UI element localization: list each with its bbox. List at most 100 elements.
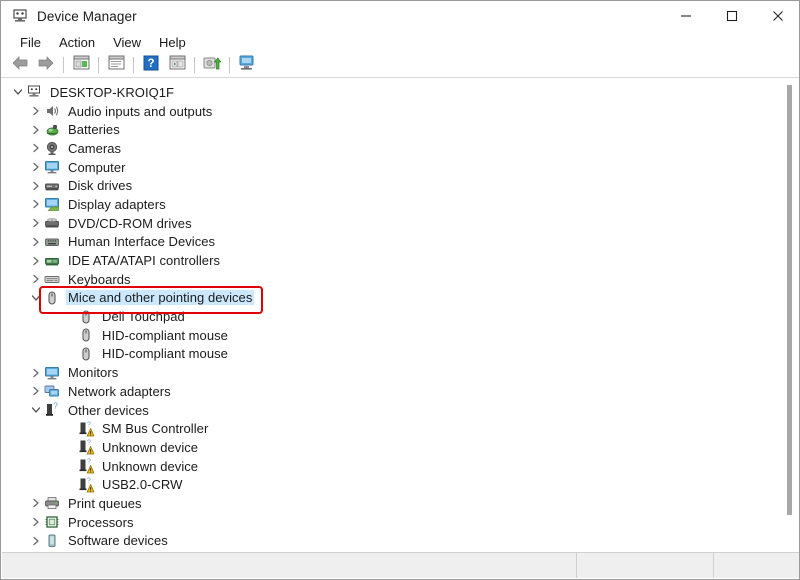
device-manager-window: Device Manager File Action View Help ? D…: [0, 0, 800, 580]
device-tree-panel[interactable]: DESKTOP-KROIQ1F Audio inputs and outputs B…: [2, 79, 799, 553]
tree-item[interactable]: Computer: [2, 158, 799, 177]
tree-item[interactable]: Monitors: [2, 363, 799, 382]
chevron-right-icon[interactable]: [28, 215, 44, 231]
tree-item-label: DESKTOP-KROIQ1F: [50, 84, 175, 100]
status-segment-secondary: [576, 553, 713, 578]
back-button[interactable]: [7, 54, 33, 76]
tree-item[interactable]: HID-compliant mouse: [2, 326, 799, 345]
tree-item[interactable]: Cameras: [2, 139, 799, 158]
window-controls: [663, 1, 799, 31]
chevron-right-icon[interactable]: [28, 514, 44, 530]
tree-item[interactable]: Disk drives: [2, 176, 799, 195]
hid-icon: [44, 234, 60, 250]
show-hidden-devices-button[interactable]: [234, 54, 260, 76]
chevron-right-icon[interactable]: [28, 178, 44, 194]
chevron-right-icon[interactable]: [28, 533, 44, 549]
toolbar-separator: [229, 57, 230, 73]
tree-item[interactable]: Processors: [2, 513, 799, 532]
menu-action[interactable]: Action: [50, 33, 104, 52]
chevron-right-icon[interactable]: [28, 140, 44, 156]
maximize-button[interactable]: [709, 1, 755, 31]
tree-item-label: Mice and other pointing devices: [66, 290, 255, 306]
mouse-icon: [78, 346, 94, 362]
tree-item[interactable]: ? Unknown device: [2, 438, 799, 457]
expander-placeholder: [62, 421, 78, 437]
menu-view[interactable]: View: [104, 33, 150, 52]
network-adapter-icon: [44, 383, 60, 399]
chevron-right-icon[interactable]: [28, 103, 44, 119]
scan-hardware-icon: [203, 55, 222, 76]
toolbar-separator: [194, 57, 195, 73]
battery-icon: [44, 122, 60, 138]
monitor-icon: [44, 365, 60, 381]
unknown-device-warning-icon: ?: [78, 477, 94, 493]
tree-item-label: Display adapters: [68, 196, 166, 212]
forward-button[interactable]: [33, 54, 59, 76]
tree-item[interactable]: HID-compliant mouse: [2, 345, 799, 364]
tree-item[interactable]: Print queues: [2, 494, 799, 513]
tree-item[interactable]: Dell Touchpad: [2, 307, 799, 326]
scan-for-hardware-changes-button[interactable]: [199, 54, 225, 76]
tree-item[interactable]: Human Interface Devices: [2, 233, 799, 252]
tree-item-label: Disk drives: [68, 178, 133, 194]
scrollbar-thumb[interactable]: [787, 85, 792, 515]
printer-icon: [44, 495, 60, 511]
tree-item-label: USB2.0-CRW: [102, 477, 183, 493]
tree-item[interactable]: ? Other devices: [2, 401, 799, 420]
expander-placeholder: [62, 458, 78, 474]
close-button[interactable]: [755, 1, 799, 31]
chevron-right-icon[interactable]: [28, 122, 44, 138]
tree-item[interactable]: Keyboards: [2, 270, 799, 289]
chevron-right-icon[interactable]: [28, 253, 44, 269]
arrow-left-icon: [11, 55, 29, 76]
tree-item-label: SM Bus Controller: [102, 421, 209, 437]
chevron-down-icon[interactable]: [10, 84, 26, 100]
software-device-icon: [44, 533, 60, 549]
chevron-right-icon[interactable]: [28, 271, 44, 287]
chevron-right-icon[interactable]: [28, 383, 44, 399]
tree-item[interactable]: DVD/CD-ROM drives: [2, 214, 799, 233]
toolbar-separator: [63, 57, 64, 73]
tree-item[interactable]: Display adapters: [2, 195, 799, 214]
menu-help[interactable]: Help: [150, 33, 195, 52]
tree-item[interactable]: ? Unknown device: [2, 457, 799, 476]
camera-icon: [44, 140, 60, 156]
chevron-right-icon[interactable]: [28, 234, 44, 250]
show-hide-console-tree-button[interactable]: [68, 54, 94, 76]
monitor-display-icon: [238, 55, 256, 76]
expander-placeholder: [62, 309, 78, 325]
tree-item[interactable]: Software devices: [2, 532, 799, 551]
chevron-right-icon[interactable]: [28, 365, 44, 381]
unknown-device-warning-icon: ?: [78, 439, 94, 455]
update-driver-button[interactable]: [164, 54, 190, 76]
tree-item[interactable]: DESKTOP-KROIQ1F: [2, 83, 799, 102]
help-button[interactable]: ?: [138, 54, 164, 76]
window-title: Device Manager: [37, 8, 137, 24]
properties-icon: [108, 55, 125, 75]
toolbar-separator: [133, 57, 134, 73]
chevron-right-icon[interactable]: [28, 159, 44, 175]
tree-item[interactable]: IDE ATA/ATAPI controllers: [2, 251, 799, 270]
tree-item[interactable]: ? USB2.0-CRW: [2, 475, 799, 494]
chevron-right-icon[interactable]: [28, 196, 44, 212]
expander-placeholder: [62, 327, 78, 343]
chevron-right-icon[interactable]: [28, 495, 44, 511]
tree-item[interactable]: Batteries: [2, 120, 799, 139]
tree-item[interactable]: Audio inputs and outputs: [2, 102, 799, 121]
vertical-scrollbar[interactable]: [783, 79, 797, 553]
expander-placeholder: [62, 477, 78, 493]
tree-item[interactable]: Network adapters: [2, 382, 799, 401]
chevron-down-icon[interactable]: [28, 402, 44, 418]
minimize-button[interactable]: [663, 1, 709, 31]
tree-item[interactable]: ? SM Bus Controller: [2, 419, 799, 438]
chevron-down-icon[interactable]: [28, 290, 44, 306]
keyboard-icon: [44, 271, 60, 287]
tree-item[interactable]: Mice and other pointing devices: [2, 289, 799, 308]
status-segment-tertiary: [713, 553, 799, 578]
computer-root-icon: [26, 84, 42, 100]
menu-file[interactable]: File: [11, 33, 50, 52]
properties-button[interactable]: [103, 54, 129, 76]
svg-text:?: ?: [53, 402, 58, 411]
speaker-icon: [44, 103, 60, 119]
mouse-icon: [78, 327, 94, 343]
